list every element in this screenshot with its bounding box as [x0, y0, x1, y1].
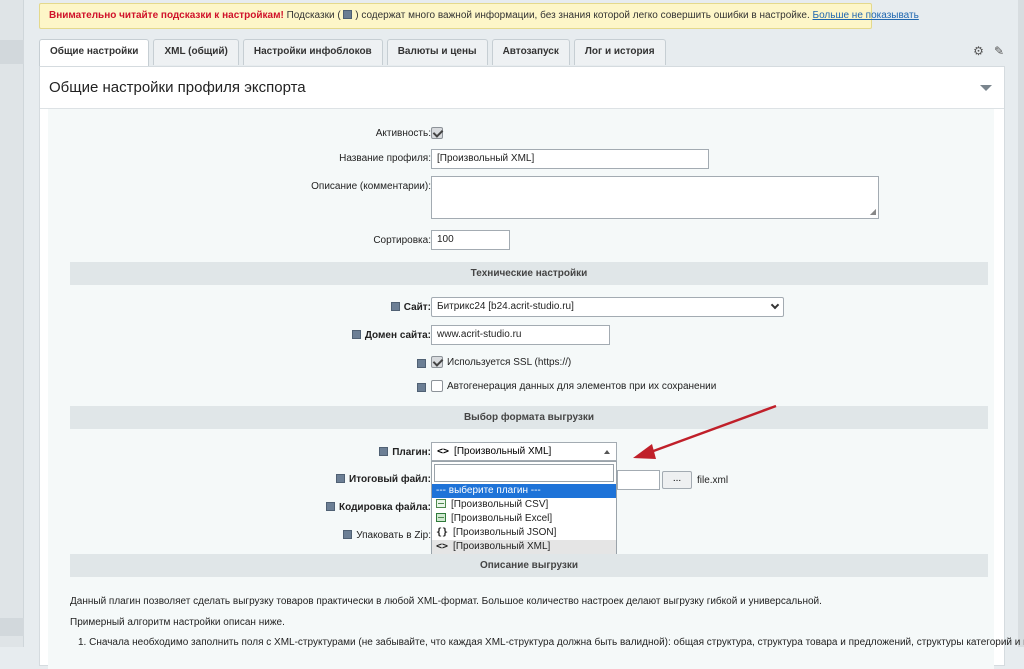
annotation-arrow [633, 404, 777, 459]
